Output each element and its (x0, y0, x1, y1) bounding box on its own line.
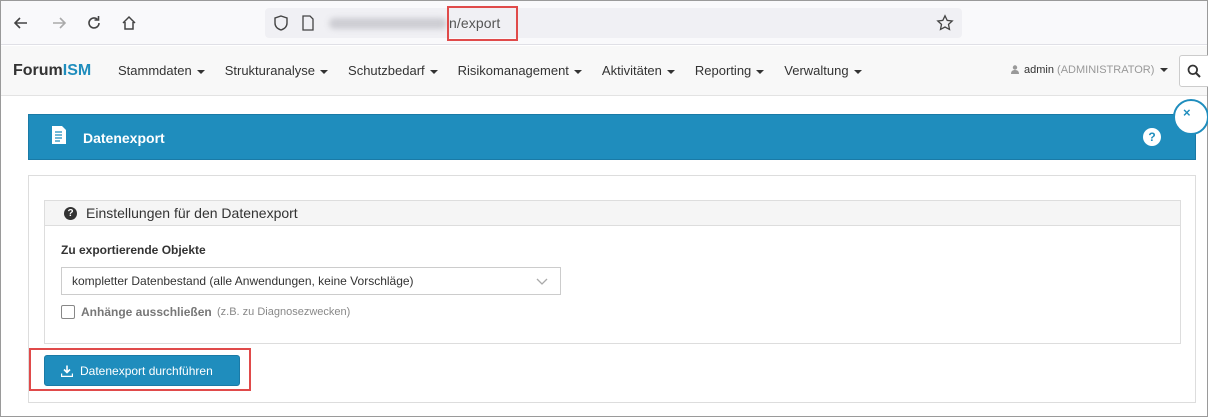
page-icon (302, 15, 314, 31)
user-menu[interactable]: admin (ADMINISTRATOR) (1011, 64, 1169, 76)
address-bar[interactable]: n/export (265, 8, 962, 38)
objects-label: Zu exportierende Objekte (61, 243, 206, 257)
star-icon[interactable] (936, 14, 954, 32)
caret-down-icon (320, 69, 329, 74)
objects-select[interactable]: kompletter Datenbestand (alle Anwendunge… (61, 267, 561, 295)
button-highlight (29, 348, 251, 391)
caret-down-icon (429, 69, 438, 74)
settings-box: ? Einstellungen für den Datenexport Zu e… (44, 200, 1181, 344)
document-icon (52, 126, 66, 144)
home-icon[interactable] (118, 12, 140, 34)
forward-icon[interactable] (48, 12, 70, 34)
settings-title: Einstellungen für den Datenexport (86, 205, 298, 221)
close-button[interactable]: × (1173, 99, 1208, 135)
search-icon (1187, 64, 1201, 78)
menu-risikomanagement[interactable]: Risikomanagement (458, 63, 582, 78)
caret-down-icon (1160, 68, 1169, 73)
app-navbar: ForumISM Stammdaten Strukturanalyse Schu… (1, 46, 1208, 96)
search-button[interactable] (1179, 55, 1208, 87)
caret-down-icon (853, 69, 862, 74)
exclude-attachments-checkbox[interactable] (61, 305, 75, 319)
url-highlight (447, 6, 518, 41)
settings-header: ? Einstellungen für den Datenexport (45, 201, 1180, 226)
exclude-attachments-label[interactable]: Anhänge ausschließen (81, 305, 212, 319)
close-icon: × (1183, 105, 1191, 120)
question-icon: ? (64, 207, 77, 220)
back-icon[interactable] (10, 12, 32, 34)
user-name: admin (1024, 64, 1054, 76)
menu-stammdaten[interactable]: Stammdaten (118, 63, 205, 78)
reload-icon[interactable] (83, 12, 105, 34)
help-icon[interactable]: ? (1143, 128, 1161, 146)
menu-verwaltung[interactable]: Verwaltung (784, 63, 862, 78)
caret-down-icon (196, 69, 205, 74)
user-icon (1011, 65, 1019, 74)
shield-icon[interactable] (273, 15, 289, 31)
menu-aktivitaeten[interactable]: Aktivitäten (602, 63, 675, 78)
menu-reporting[interactable]: Reporting (695, 63, 765, 78)
user-role: (ADMINISTRATOR) (1057, 64, 1155, 76)
chevron-down-icon (536, 278, 548, 285)
caret-down-icon (756, 69, 765, 74)
exclude-attachments-hint: (z.B. zu Diagnosezwecken) (217, 306, 351, 318)
browser-toolbar: n/export (1, 1, 1207, 45)
caret-down-icon (666, 69, 675, 74)
objects-select-value: kompletter Datenbestand (alle Anwendunge… (72, 274, 414, 288)
menu-schutzbedarf[interactable]: Schutzbedarf (348, 63, 438, 78)
brand-logo[interactable]: ForumISM (13, 62, 91, 80)
menu-strukturanalyse[interactable]: Strukturanalyse (225, 63, 329, 78)
caret-down-icon (573, 69, 582, 74)
main-menu: Stammdaten Strukturanalyse Schutzbedarf … (118, 63, 882, 78)
url-redacted (329, 18, 447, 29)
page-header: Datenexport ? (28, 114, 1196, 160)
page-title: Datenexport (83, 130, 165, 146)
